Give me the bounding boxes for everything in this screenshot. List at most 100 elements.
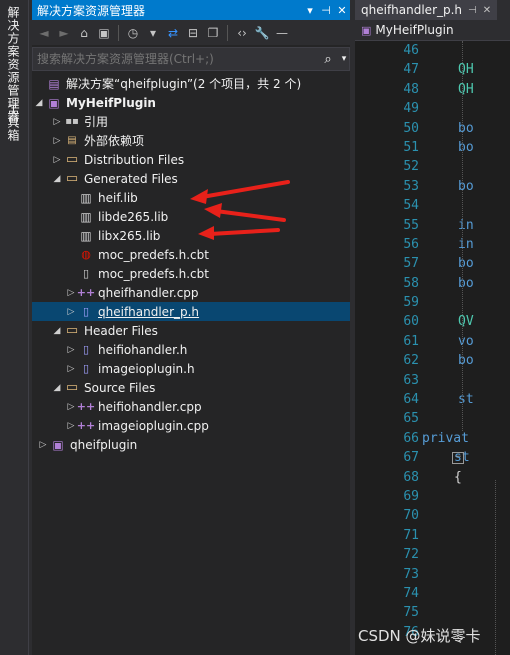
tree-row-solution[interactable]: ▤ 解决方案“qheifplugin”(2 个项目，共 2 个) bbox=[32, 74, 350, 93]
tree-row-file-selected[interactable]: ▷ ▯ qheifhandler_p.h bbox=[32, 302, 350, 321]
tree-row-file[interactable]: ▷ ▯ imageioplugin.h bbox=[32, 359, 350, 378]
line-number: 55 bbox=[403, 217, 419, 233]
editor-navigation-bar[interactable]: ▣ MyHeifPlugin bbox=[355, 20, 510, 41]
code-line: QH bbox=[458, 62, 474, 78]
search-icon[interactable]: ⌕ bbox=[317, 52, 339, 67]
line-number: 73 bbox=[403, 566, 419, 582]
tree-row-folder[interactable]: ◢ ▭ Header Files bbox=[32, 321, 350, 340]
folder-icon: ▭ bbox=[65, 152, 79, 167]
expanded-arrow-icon[interactable]: ◢ bbox=[50, 326, 64, 336]
tree-label: MyHeifPlugin bbox=[66, 95, 156, 110]
expanded-arrow-icon[interactable]: ◢ bbox=[32, 98, 46, 108]
home-icon[interactable]: ⌂ bbox=[76, 25, 92, 41]
tree-label: qheifhandler_p.h bbox=[98, 304, 200, 319]
red-arrow-annotation bbox=[204, 203, 286, 222]
tree-row-file[interactable]: ◍ moc_predefs.h.cbt bbox=[32, 245, 350, 264]
tree-row-file[interactable]: ▷ ++ heifiohandler.cpp bbox=[32, 397, 350, 416]
code-editor: qheifhandler_p.h ⊣ ✕ ▣ MyHeifPlugin 46 47… bbox=[355, 0, 510, 655]
line-number: 63 bbox=[403, 372, 419, 388]
search-options-icon[interactable]: ▾ bbox=[339, 54, 349, 64]
tree-row-project[interactable]: ◢ ▣ MyHeifPlugin bbox=[32, 93, 350, 112]
tree-label: moc_predefs.h.cbt bbox=[98, 247, 209, 262]
tree-label: qheifhandler.cpp bbox=[98, 285, 199, 300]
code-line: { bbox=[454, 469, 462, 485]
tree-row-external-deps[interactable]: ▷ ▤ 外部依赖项 bbox=[32, 131, 350, 150]
tree-row-file[interactable]: ▥ libx265.lib bbox=[32, 226, 350, 245]
tree-row-file[interactable]: ▷ ++ qheifhandler.cpp bbox=[32, 283, 350, 302]
expanded-arrow-icon[interactable]: ◢ bbox=[50, 174, 64, 184]
collapsed-arrow-icon[interactable]: ▷ bbox=[64, 307, 78, 317]
code-line: vo bbox=[458, 333, 474, 349]
line-number: 67 bbox=[403, 450, 419, 466]
back-icon[interactable]: ◄ bbox=[36, 25, 52, 41]
tree-label: Generated Files bbox=[84, 171, 178, 186]
line-number: 53 bbox=[403, 178, 419, 194]
tree-row-references[interactable]: ▷ ▪▪ 引用 bbox=[32, 112, 350, 131]
tree-row-project[interactable]: ▷ ▣ qheifplugin bbox=[32, 435, 350, 454]
collapsed-arrow-icon[interactable]: ▷ bbox=[50, 155, 64, 165]
code-area[interactable]: QH QH bo bo bo in in bo bo QV vo bo st privat st{ bbox=[422, 41, 474, 487]
close-icon[interactable]: ✕ bbox=[334, 4, 350, 17]
line-number: 70 bbox=[403, 508, 419, 524]
tree-label: libx265.lib bbox=[98, 228, 161, 243]
code-line: bo bbox=[458, 120, 474, 136]
copy-icon[interactable]: ❐ bbox=[205, 25, 221, 41]
forward-icon[interactable]: ► bbox=[56, 25, 72, 41]
tree-label: Distribution Files bbox=[84, 152, 185, 167]
toolbar-separator bbox=[227, 24, 228, 41]
references-icon: ▪▪ bbox=[65, 116, 79, 127]
tree-row-folder[interactable]: ◢ ▭ Source Files bbox=[32, 378, 350, 397]
filter-dropdown-icon[interactable]: ▾ bbox=[145, 25, 161, 41]
tree-label: heifiohandler.h bbox=[98, 342, 188, 357]
editor-tab-active[interactable]: qheifhandler_p.h ⊣ ✕ bbox=[355, 0, 498, 20]
line-number: 71 bbox=[403, 527, 419, 543]
sync-icon[interactable]: ⇄ bbox=[165, 25, 181, 41]
tree-row-file[interactable]: ▥ libde265.lib bbox=[32, 207, 350, 226]
tree-row-file[interactable]: ▷ ▯ heifiohandler.h bbox=[32, 340, 350, 359]
collapse-outline-icon[interactable]: − bbox=[452, 452, 464, 464]
header-file-icon: ▯ bbox=[82, 305, 90, 318]
line-number: 62 bbox=[403, 353, 419, 369]
navigation-project-label: MyHeifPlugin bbox=[375, 23, 454, 37]
search-box[interactable]: ⌕ ▾ bbox=[32, 47, 350, 71]
tree-row-file[interactable]: ▯ moc_predefs.h.cbt bbox=[32, 264, 350, 283]
tree-label: heif.lib bbox=[98, 190, 138, 205]
search-input[interactable] bbox=[37, 52, 317, 66]
lib-file-icon: ▥ bbox=[80, 190, 92, 205]
indent-guide bbox=[462, 41, 463, 431]
lib-file-icon: ▥ bbox=[80, 228, 92, 243]
dropdown-icon[interactable]: ▾ bbox=[302, 4, 318, 17]
code-line: privat bbox=[422, 430, 469, 446]
cbt-file-icon: ▯ bbox=[82, 267, 90, 280]
collapsed-arrow-icon[interactable]: ▷ bbox=[50, 136, 64, 146]
red-arrow-annotation bbox=[198, 226, 280, 240]
close-icon[interactable]: ✕ bbox=[483, 5, 491, 16]
collapse-all-icon[interactable]: ⊟ bbox=[185, 25, 201, 41]
panel-splitter[interactable] bbox=[350, 0, 354, 655]
pending-changes-filter-icon[interactable]: ◷ bbox=[125, 25, 141, 41]
pin-icon[interactable]: ⊣ bbox=[468, 5, 477, 16]
collapsed-arrow-icon[interactable]: ▷ bbox=[36, 440, 50, 450]
expanded-arrow-icon[interactable]: ◢ bbox=[50, 383, 64, 393]
line-number: 50 bbox=[403, 120, 419, 136]
properties-wrench-icon[interactable]: 🔧 bbox=[254, 25, 270, 41]
tree-row-folder[interactable]: ▷ ▭ Distribution Files bbox=[32, 150, 350, 169]
code-line: QH bbox=[458, 81, 474, 97]
pin-icon[interactable]: ⊣ bbox=[318, 4, 334, 17]
collapsed-arrow-icon[interactable]: ▷ bbox=[64, 364, 78, 374]
vertical-tab-toolbox[interactable]: 工具箱 bbox=[5, 103, 22, 142]
minus-icon[interactable]: — bbox=[274, 25, 290, 41]
switch-views-icon[interactable]: ▣ bbox=[96, 25, 112, 41]
collapsed-arrow-icon[interactable]: ▷ bbox=[64, 345, 78, 355]
tree-row-file[interactable]: ▷ ++ imageioplugin.cpp bbox=[32, 416, 350, 435]
tree-label: Header Files bbox=[84, 323, 158, 338]
line-number-gutter: 46 47 48 49 50 51 52 53 54 55 56 57 58 59 60 61 62 63 64 65… bbox=[355, 41, 425, 642]
code-view-icon[interactable]: ‹› bbox=[234, 25, 250, 41]
collapsed-arrow-icon[interactable]: ▷ bbox=[50, 117, 64, 127]
cbt-file-error-icon: ◍ bbox=[81, 248, 91, 261]
tree-label: imageioplugin.h bbox=[98, 361, 195, 376]
line-number: 60 bbox=[403, 314, 419, 330]
